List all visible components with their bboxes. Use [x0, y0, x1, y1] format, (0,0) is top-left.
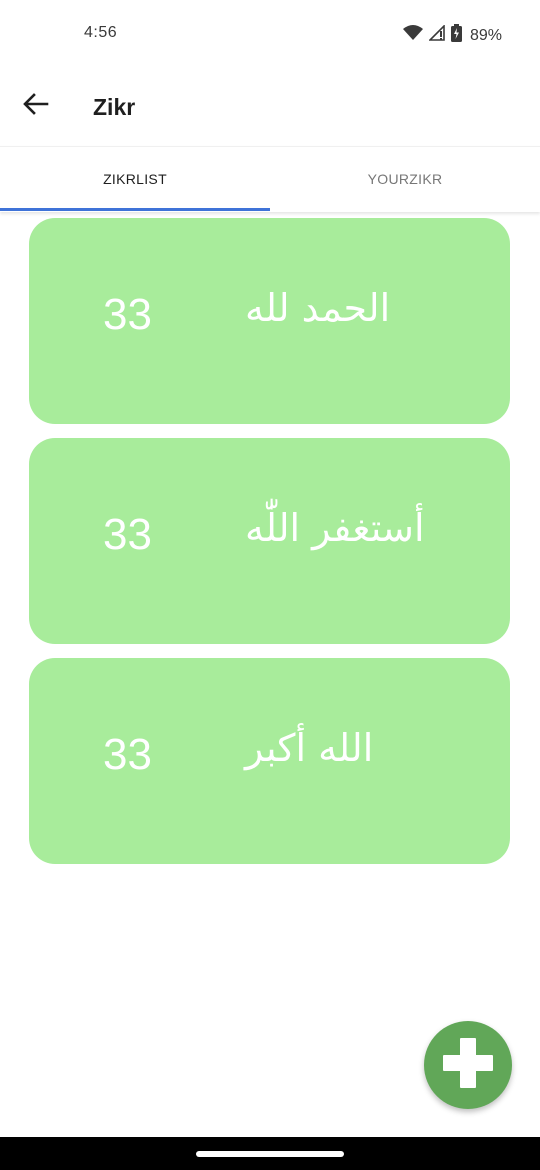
tab-yourzikr[interactable]: YOURZIKR — [270, 147, 540, 211]
zikr-count: 33 — [103, 290, 152, 339]
status-bar: 4:56 89% — [0, 0, 540, 70]
zikr-count: 33 — [103, 730, 152, 779]
battery-percentage: 89% — [469, 26, 502, 44]
app-bar: Zikr — [0, 70, 540, 146]
battery-charging-icon — [450, 24, 462, 47]
zikr-card[interactable]: 33 الله أكبر — [29, 658, 510, 864]
status-icons: 89% — [402, 24, 502, 47]
cell-signal-icon — [428, 24, 445, 46]
tab-bar: ZIKRLIST YOURZIKR — [0, 146, 540, 212]
home-handle[interactable] — [196, 1151, 344, 1157]
plus-icon — [440, 1035, 496, 1096]
zikr-card[interactable]: 33 أستغفر اللّٰه — [29, 438, 510, 644]
zikr-text: أستغفر اللّٰه — [245, 506, 425, 550]
zikr-card[interactable]: 33 الحمد لله — [29, 218, 510, 424]
tab-indicator — [0, 208, 270, 211]
add-zikr-button[interactable] — [424, 1021, 512, 1109]
wifi-icon — [402, 25, 423, 46]
tab-zikrlist[interactable]: ZIKRLIST — [0, 147, 270, 211]
zikr-count: 33 — [103, 510, 152, 559]
system-nav-bar — [0, 1137, 540, 1170]
zikr-text: الله أكبر — [245, 726, 374, 770]
back-button[interactable] — [14, 84, 58, 128]
status-time: 4:56 — [84, 24, 118, 41]
page-title: Zikr — [93, 94, 136, 120]
arrow-left-icon — [23, 92, 49, 120]
zikr-text: الحمد لله — [245, 286, 391, 330]
